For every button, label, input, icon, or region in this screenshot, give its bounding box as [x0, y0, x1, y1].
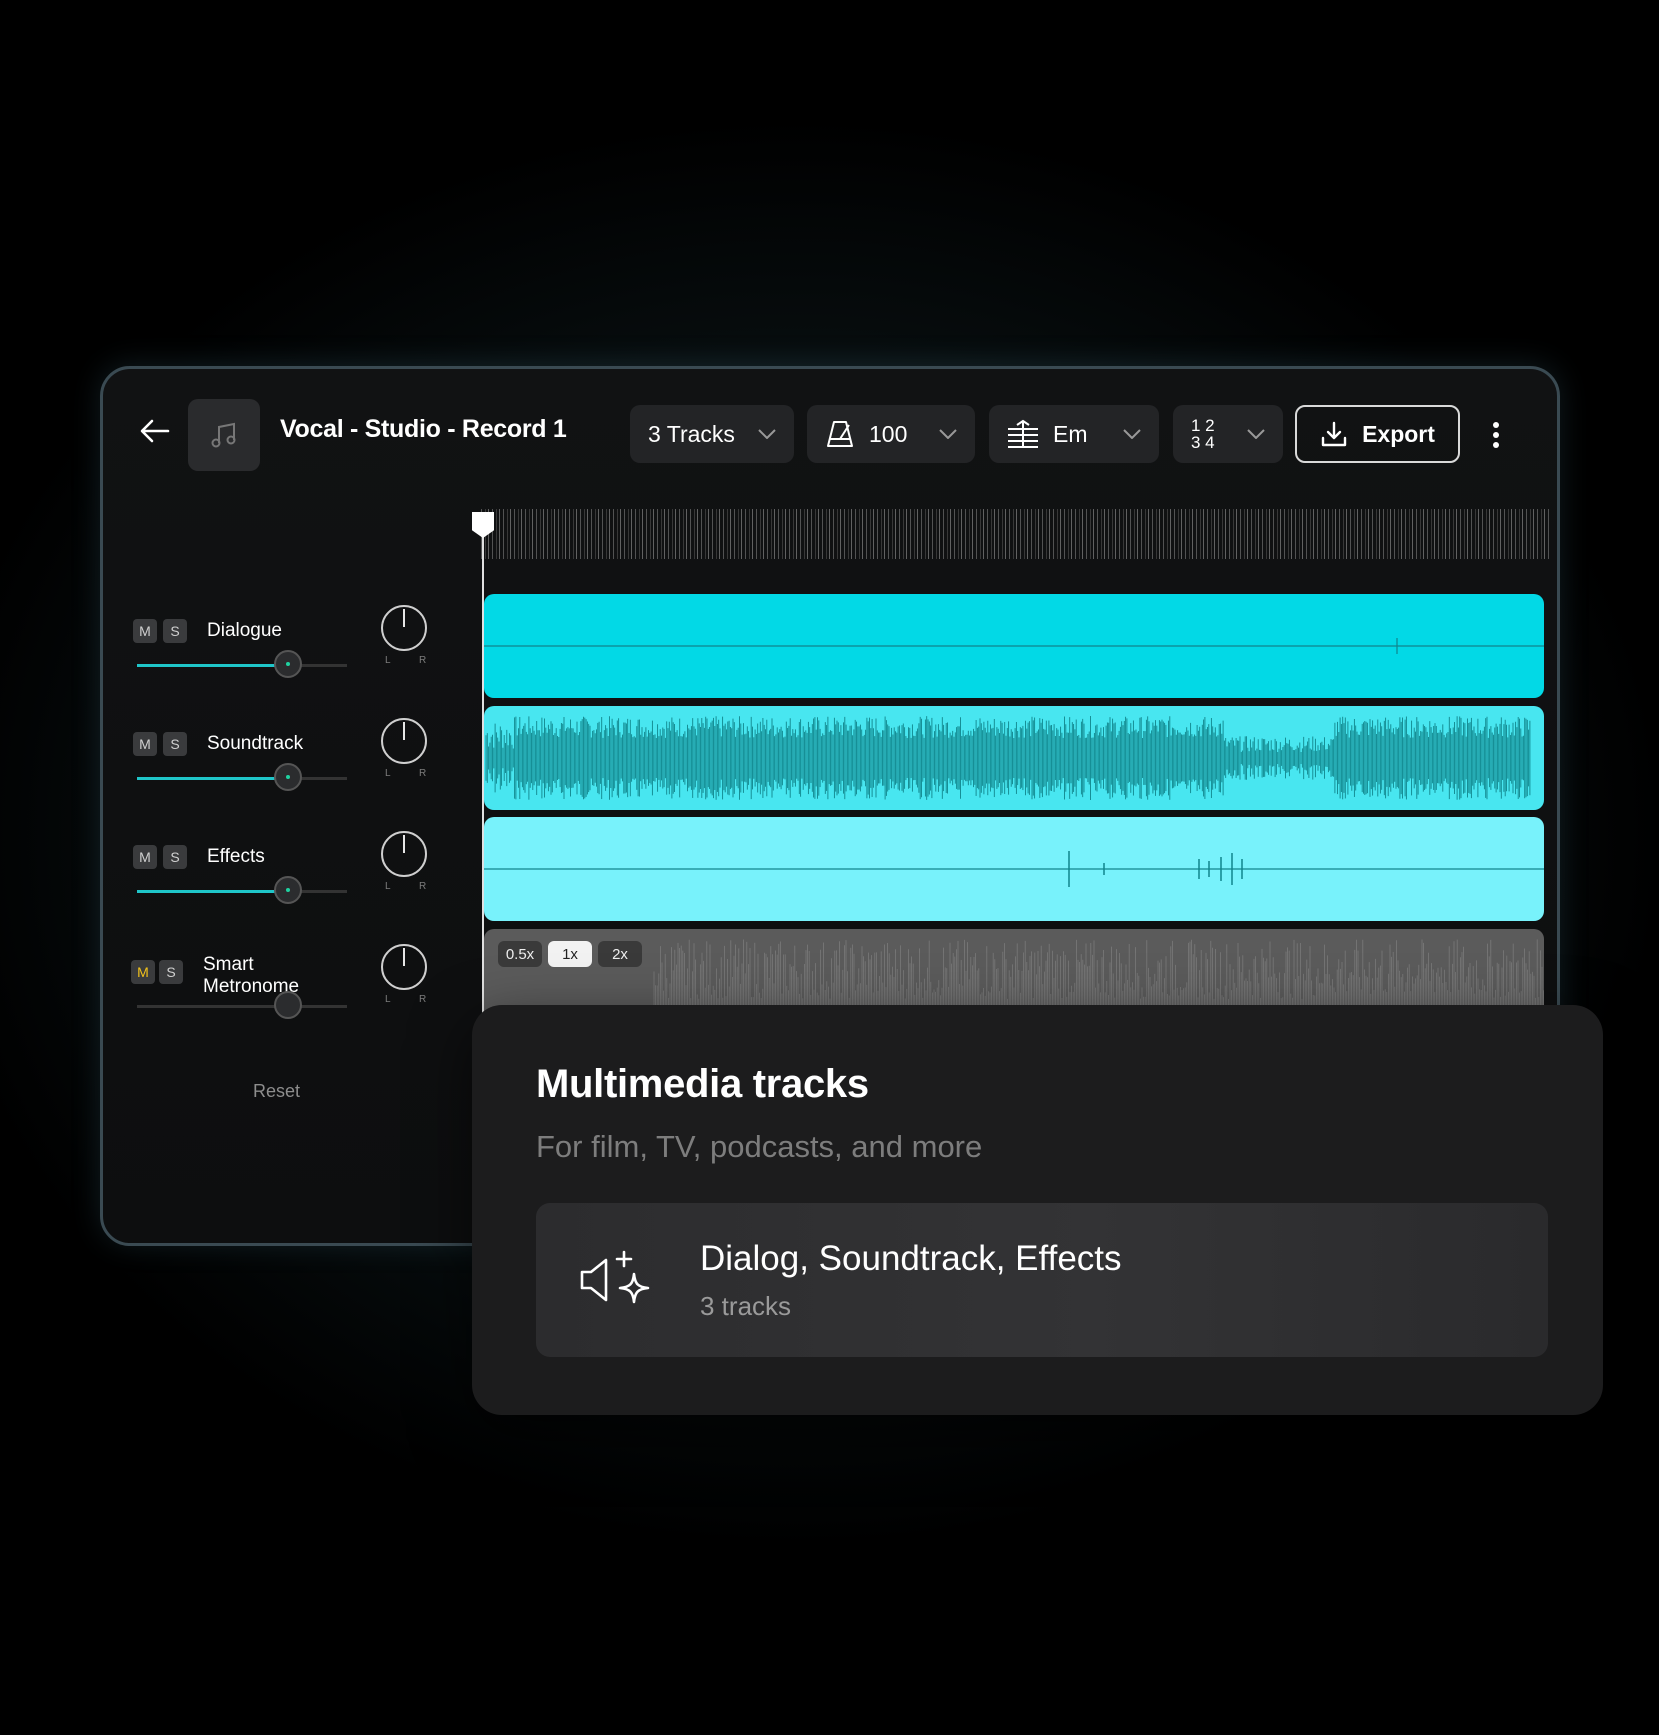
- metronome-icon: [827, 421, 853, 447]
- project-thumbnail: [188, 399, 260, 471]
- time-signature-value: 1 2 3 4: [1191, 417, 1215, 451]
- mute-button[interactable]: M: [133, 619, 157, 643]
- chevron-down-icon: [758, 429, 776, 439]
- tuning-fork-icon: [1008, 419, 1038, 448]
- pan-left-label: L: [385, 768, 391, 779]
- pan-left-label: L: [385, 994, 391, 1005]
- volume-slider[interactable]: [137, 650, 347, 678]
- tempo-dropdown[interactable]: 100: [807, 405, 975, 463]
- waveform: [484, 851, 1544, 887]
- tempo-value: 100: [869, 420, 908, 447]
- key-value: Em: [1053, 420, 1088, 447]
- timeline-ruler[interactable]: [481, 509, 1551, 559]
- effects-lane[interactable]: [484, 817, 1544, 921]
- arrow-left-icon: [140, 419, 170, 443]
- card-title: Multimedia tracks: [536, 1062, 869, 1106]
- speed-2x-button[interactable]: 2x: [598, 941, 642, 967]
- volume-slider[interactable]: [137, 763, 347, 791]
- track-control-effects: M S Effects L R: [133, 831, 433, 925]
- track-name: Effects: [207, 846, 265, 867]
- reset-button[interactable]: Reset: [253, 1081, 300, 1102]
- pan-right-label: R: [419, 768, 427, 779]
- pan-right-label: R: [419, 881, 427, 892]
- mute-button[interactable]: M: [133, 732, 157, 756]
- export-label: Export: [1362, 420, 1435, 447]
- pan-left-label: L: [385, 655, 391, 666]
- multimedia-tracks-card: Multimedia tracks For film, TV, podcasts…: [472, 1005, 1603, 1415]
- pan-knob[interactable]: [381, 944, 427, 990]
- time-signature-top: 1 2: [1191, 416, 1215, 435]
- more-options-button[interactable]: [1481, 413, 1511, 457]
- more-vertical-icon: [1493, 422, 1499, 448]
- export-button[interactable]: Export: [1295, 405, 1460, 463]
- pan-right-label: R: [419, 994, 427, 1005]
- volume-slider-handle[interactable]: [274, 991, 302, 1019]
- volume-slider-handle[interactable]: [274, 876, 302, 904]
- solo-button[interactable]: S: [163, 732, 187, 756]
- speed-0.5x-button[interactable]: 0.5x: [498, 941, 542, 967]
- track-name: Soundtrack: [207, 733, 304, 754]
- solo-button[interactable]: S: [163, 845, 187, 869]
- pan-knob[interactable]: [381, 605, 427, 651]
- dialogue-lane[interactable]: [484, 594, 1544, 698]
- track-preset-option[interactable]: Dialog, Soundtrack, Effects 3 tracks: [536, 1203, 1548, 1357]
- volume-slider[interactable]: [137, 991, 347, 1019]
- waveform: [484, 638, 1544, 654]
- download-icon: [1321, 421, 1347, 447]
- option-subtitle: 3 tracks: [700, 1291, 792, 1321]
- track-control-smart-metronome: M S Smart Metronome L R: [131, 944, 433, 1038]
- volume-slider-handle[interactable]: [274, 763, 302, 791]
- track-control-soundtrack: M S Soundtrack L R: [133, 718, 433, 812]
- chevron-down-icon: [1247, 429, 1265, 439]
- pan-knob[interactable]: [381, 718, 427, 764]
- option-title: Dialog, Soundtrack, Effects: [700, 1239, 1122, 1278]
- volume-slider-fill: [137, 777, 288, 780]
- track-name-line1: Smart: [203, 954, 254, 975]
- mute-button[interactable]: M: [133, 845, 157, 869]
- solo-button[interactable]: S: [159, 960, 183, 984]
- chevron-down-icon: [1123, 429, 1141, 439]
- music-note-icon: [211, 422, 236, 448]
- back-button[interactable]: [133, 409, 177, 453]
- track-name: Dialogue: [207, 620, 282, 641]
- speaker-sparkle-icon: [580, 1250, 650, 1304]
- pan-knob[interactable]: [381, 831, 427, 877]
- pan-left-label: L: [385, 881, 391, 892]
- mute-button[interactable]: M: [131, 960, 155, 984]
- tracks-label: 3 Tracks: [648, 420, 735, 447]
- key-dropdown[interactable]: Em: [989, 405, 1159, 463]
- time-signature-bottom: 3 4: [1191, 433, 1215, 452]
- chevron-down-icon: [939, 429, 957, 439]
- speed-1x-button[interactable]: 1x: [548, 941, 592, 967]
- pan-right-label: R: [419, 655, 427, 666]
- tracks-dropdown[interactable]: 3 Tracks: [630, 405, 794, 463]
- soundtrack-lane[interactable]: [484, 706, 1544, 810]
- time-signature-dropdown[interactable]: 1 2 3 4: [1173, 405, 1283, 463]
- volume-slider-fill: [137, 890, 288, 893]
- volume-slider-fill: [137, 664, 288, 667]
- volume-slider-handle[interactable]: [274, 650, 302, 678]
- volume-slider[interactable]: [137, 876, 347, 904]
- waveform: [485, 716, 1531, 800]
- project-title: Vocal - Studio - Record 1: [280, 415, 567, 443]
- track-control-dialogue: M S Dialogue L R: [133, 605, 433, 699]
- solo-button[interactable]: S: [163, 619, 187, 643]
- card-subtitle: For film, TV, podcasts, and more: [536, 1129, 983, 1164]
